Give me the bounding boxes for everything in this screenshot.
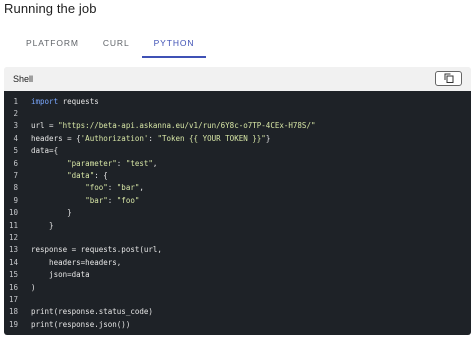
- code-token: data={: [31, 146, 59, 156]
- code-panel-header: Shell: [4, 67, 471, 90]
- code-line: 7 "data": {: [4, 169, 471, 181]
- code-line: 10 }: [4, 207, 471, 219]
- code-text: url = "https://beta-api.askanna.eu/v1/ru…: [31, 121, 315, 130]
- code-line: 14 headers=headers,: [4, 256, 471, 268]
- line-number: 12: [8, 232, 18, 242]
- code-text: "parameter": "test",: [31, 159, 157, 168]
- language-label: Shell: [13, 73, 34, 84]
- copy-button[interactable]: [435, 71, 462, 86]
- code-panel: Shell 1 import requests 2 3 url = "https://b…: [4, 67, 471, 335]
- code-text: print(response.json()): [31, 320, 130, 329]
- code-token: headers=headers,: [31, 257, 122, 267]
- line-number: 9: [13, 195, 18, 205]
- code-token: ): [31, 282, 36, 292]
- line-number: 5: [13, 146, 18, 156]
- line-number: 8: [13, 183, 18, 193]
- line-number: 15: [8, 270, 18, 280]
- code-token: url =: [31, 121, 59, 131]
- code-line: 3 url = "https://beta-api.askanna.eu/v1/r…: [4, 120, 471, 132]
- line-number: 18: [8, 307, 18, 317]
- code-line: 6 "parameter": "test",: [4, 157, 471, 169]
- code-string: "parameter": [67, 158, 117, 168]
- code-text: ): [31, 283, 36, 292]
- code-string: "bar": [85, 195, 108, 205]
- code-text: }: [31, 221, 54, 230]
- line-number: 13: [8, 245, 18, 255]
- line-number: 16: [8, 282, 18, 292]
- page-title: Running the job: [4, 1, 97, 16]
- code-line: 15 json=data: [4, 268, 471, 280]
- code-token: }: [265, 133, 271, 143]
- code-line: 16): [4, 281, 471, 293]
- code-line: 9 "bar": "foo": [4, 194, 471, 206]
- line-number: 3: [13, 121, 18, 131]
- code-string: "https://beta-api.askanna.eu/v1/run/6Y8c…: [58, 121, 316, 131]
- line-number: 11: [8, 220, 18, 230]
- code-line: 12: [4, 231, 471, 243]
- code-token: : {: [94, 171, 108, 181]
- code-text: import requests: [31, 97, 99, 106]
- code-token: print(response.status_code): [31, 307, 153, 317]
- line-number: 4: [13, 133, 18, 143]
- code-token: ,: [139, 183, 144, 193]
- code-token: :: [107, 183, 117, 193]
- code-line: 17: [4, 293, 471, 305]
- code-token: :: [107, 195, 117, 205]
- code-line: 5 data={: [4, 145, 471, 157]
- code-text: "foo": "bar",: [31, 183, 144, 192]
- code-string: "foo": [85, 183, 108, 193]
- code-token: response = requests.post(url,: [31, 245, 162, 255]
- line-number: 17: [8, 294, 18, 304]
- copy-icon: [444, 70, 454, 88]
- line-number: 1: [13, 96, 18, 106]
- code-token: json=data: [31, 270, 90, 280]
- code-line: 4 headers = {'Authorization': "Token {{ Y…: [4, 132, 471, 144]
- code-text: headers=headers,: [31, 258, 121, 267]
- code-line: 11 }: [4, 219, 471, 231]
- code-text: "bar": "foo": [31, 196, 139, 205]
- code-token: :: [116, 158, 126, 168]
- code-line: 13 response = requests.post(url,: [4, 244, 471, 256]
- code-token: requests: [58, 96, 99, 106]
- code-text: }: [31, 208, 72, 217]
- code-string: "data": [67, 171, 95, 181]
- code-string: 'Authorization': [80, 133, 149, 143]
- code-line: 1 import requests: [4, 95, 471, 107]
- code-line: 19 print(response.json()): [4, 318, 471, 330]
- tab-platform[interactable]: PLATFORM: [14, 30, 91, 58]
- line-number: 7: [13, 171, 18, 181]
- line-number: 6: [13, 158, 18, 168]
- code-line: 8 "foo": "bar",: [4, 182, 471, 194]
- tab-bar: PLATFORM CURL PYTHON: [14, 30, 207, 58]
- code-keyword: import: [31, 96, 59, 106]
- code-text: response = requests.post(url,: [31, 245, 162, 254]
- code-text: json=data: [31, 270, 90, 279]
- line-number: 10: [8, 208, 18, 218]
- code-text: data={: [31, 146, 58, 155]
- code-token: }: [31, 208, 72, 218]
- code-token: print(response.json()): [31, 319, 131, 329]
- code-token: ,: [152, 158, 158, 168]
- code-token: }: [31, 220, 54, 230]
- line-number: 19: [8, 319, 18, 329]
- line-number: 14: [8, 257, 18, 267]
- code-text: print(response.status_code): [31, 307, 153, 316]
- line-number: 2: [13, 109, 18, 119]
- tab-python[interactable]: PYTHON: [141, 30, 207, 58]
- tab-curl[interactable]: CURL: [91, 30, 142, 58]
- code-string: "bar": [116, 183, 140, 193]
- code-line: 18 print(response.status_code): [4, 306, 471, 318]
- code-text: "data": {: [31, 171, 108, 180]
- code-token: headers = {: [31, 133, 81, 143]
- code-block: 1 import requests 2 3 url = "https://beta-ap…: [4, 91, 471, 335]
- code-string: "foo": [116, 195, 140, 205]
- code-text: headers = {'Authorization': "Token {{ YO…: [31, 134, 270, 143]
- code-string: "test": [125, 158, 153, 168]
- code-string: "Token {{ YOUR TOKEN }}": [157, 133, 266, 143]
- code-line: 2: [4, 107, 471, 119]
